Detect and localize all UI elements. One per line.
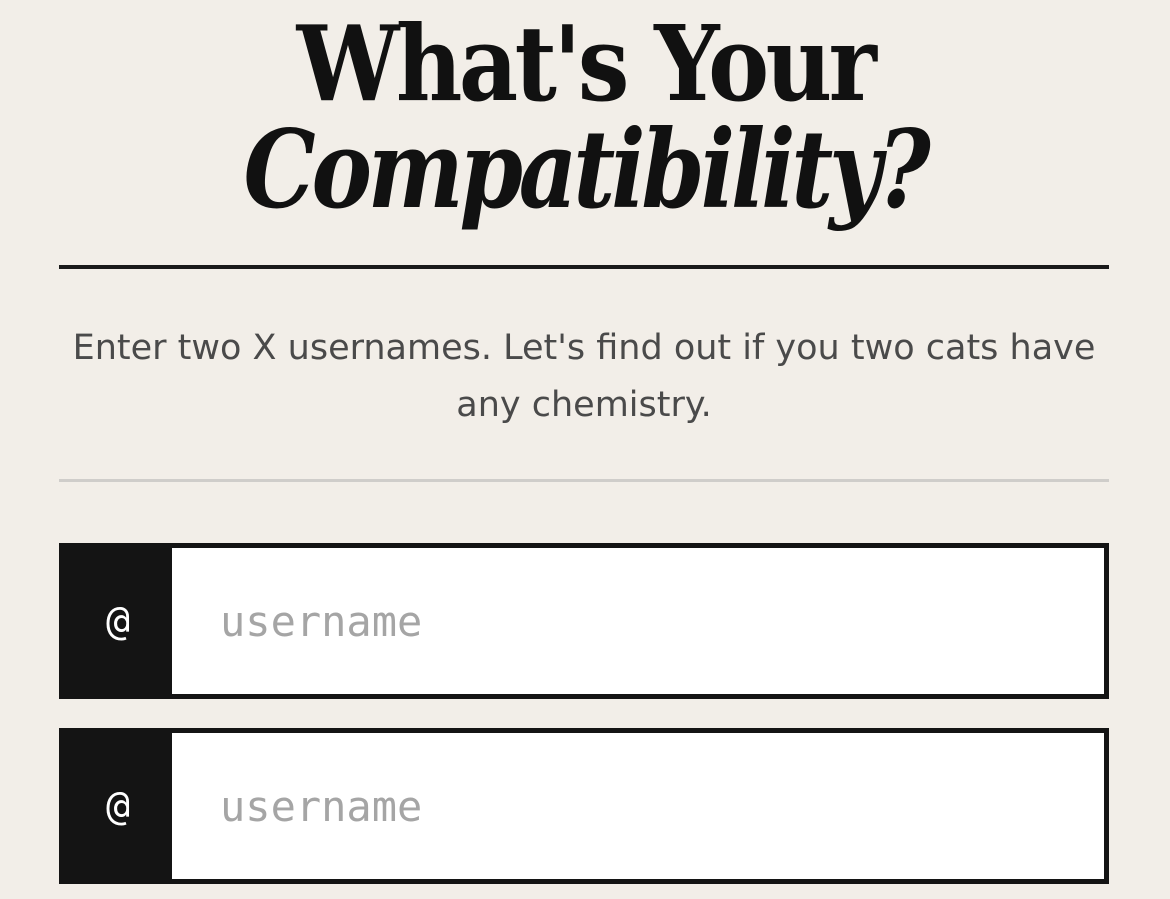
username-input-2[interactable] — [172, 733, 1104, 879]
username-input-1[interactable] — [172, 548, 1104, 694]
title-line-1: What's Your — [296, 2, 877, 125]
username-field-2: @ — [59, 728, 1109, 884]
section-divider — [59, 479, 1109, 482]
title-line-2: Compatibility? — [243, 107, 930, 233]
username-field-1: @ — [59, 543, 1109, 699]
at-prefix: @ — [64, 733, 172, 879]
title-divider — [59, 265, 1109, 269]
intro-text: Enter two X usernames. Let's find out if… — [72, 328, 1096, 425]
at-prefix: @ — [64, 548, 172, 694]
